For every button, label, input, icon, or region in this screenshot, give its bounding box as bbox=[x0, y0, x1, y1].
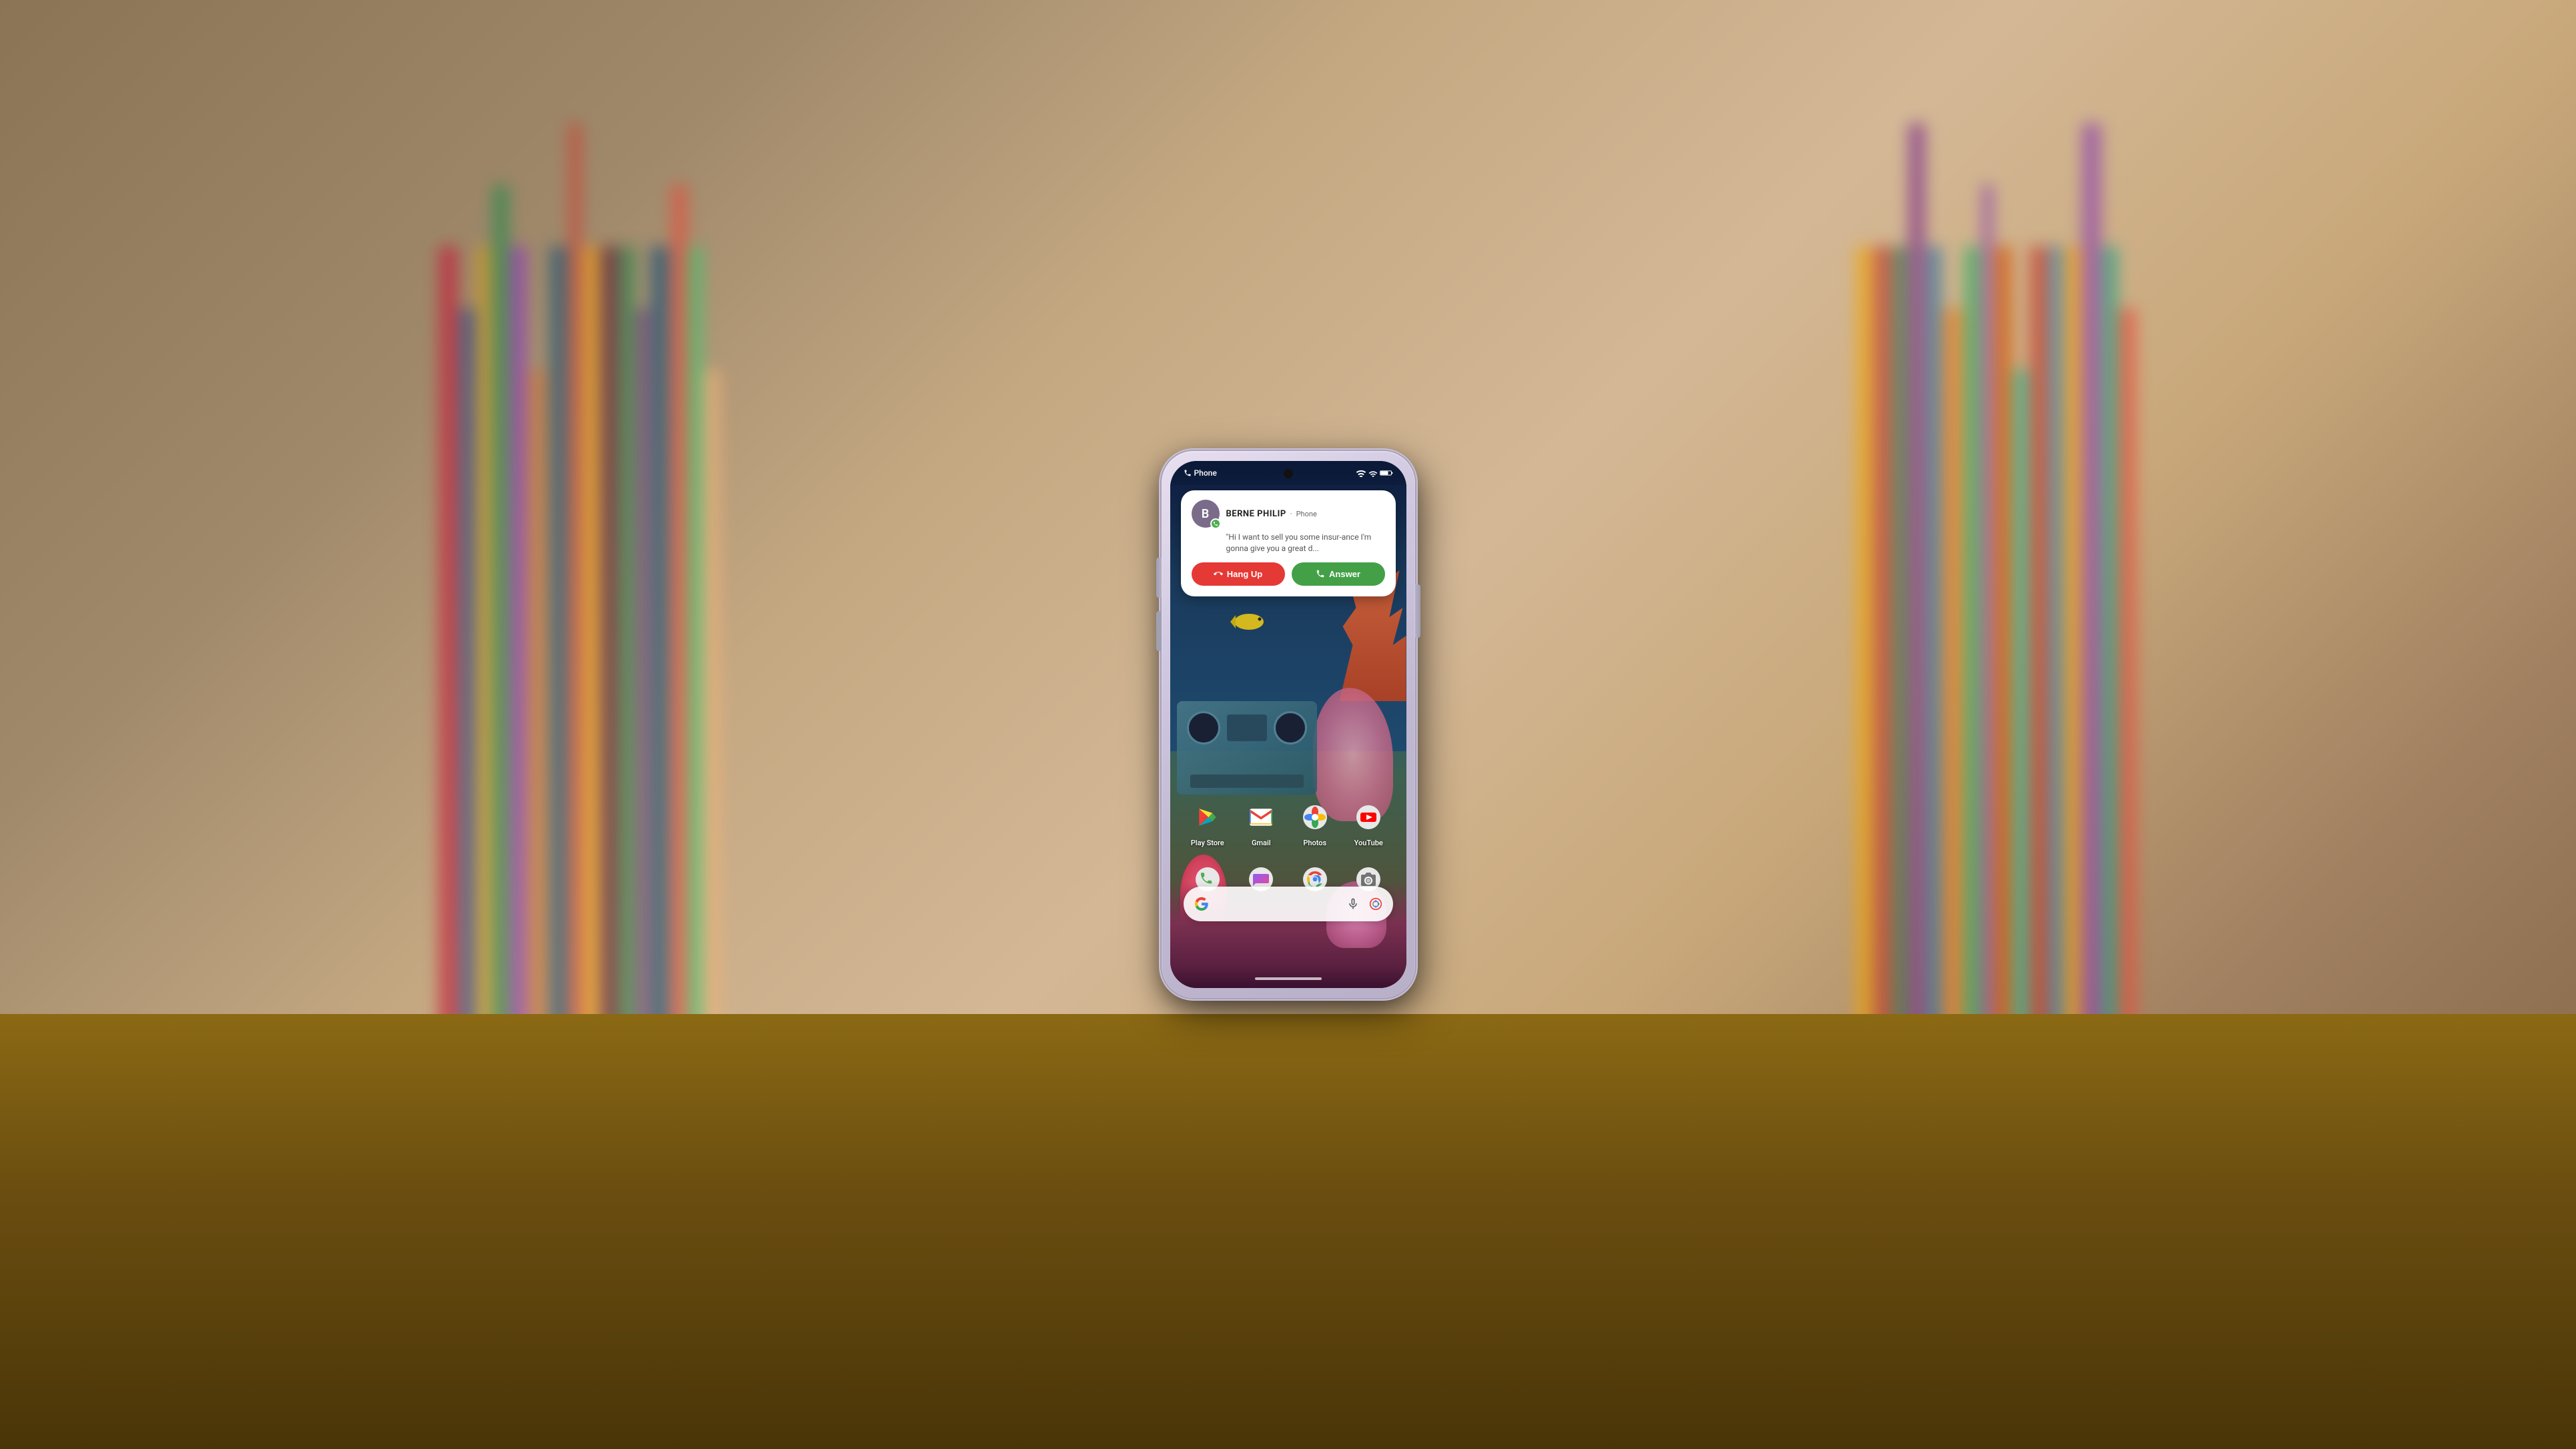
wifi-icon bbox=[1356, 469, 1366, 477]
boombox bbox=[1177, 701, 1317, 795]
table-surface bbox=[0, 1014, 2576, 1449]
youtube-icon-circle bbox=[1350, 799, 1386, 835]
app-icon-play-store[interactable]: Play Store bbox=[1190, 799, 1226, 847]
search-mic-icon[interactable] bbox=[1346, 897, 1360, 911]
phone-screen: Phone bbox=[1170, 461, 1406, 988]
app-icon-photos[interactable]: Photos bbox=[1297, 799, 1333, 847]
call-header: B BERNE PHILIP · Phone bbox=[1192, 500, 1385, 528]
answer-button[interactable]: Answer bbox=[1292, 562, 1385, 586]
search-bar[interactable] bbox=[1184, 887, 1393, 921]
hangup-icon bbox=[1214, 569, 1223, 578]
google-logo bbox=[1194, 897, 1209, 911]
hang-up-button[interactable]: Hang Up bbox=[1192, 562, 1285, 586]
home-indicator[interactable] bbox=[1255, 977, 1322, 980]
app-row-1: Play Store Gmail bbox=[1181, 799, 1396, 847]
status-right bbox=[1356, 469, 1393, 477]
answer-phone-icon bbox=[1316, 569, 1325, 578]
youtube-label: YouTube bbox=[1354, 839, 1383, 847]
play-store-svg bbox=[1196, 806, 1219, 829]
signal-icon bbox=[1368, 469, 1378, 477]
caller-badge bbox=[1210, 518, 1221, 529]
caller-avatar: B bbox=[1192, 500, 1220, 528]
play-store-label: Play Store bbox=[1191, 839, 1224, 847]
phone-status-icon bbox=[1184, 469, 1192, 477]
battery-icon bbox=[1380, 469, 1393, 477]
caller-info: BERNE PHILIP · Phone bbox=[1226, 509, 1385, 519]
call-notification: B BERNE PHILIP · Phone "Hi I want to se bbox=[1181, 490, 1396, 596]
play-store-icon-circle bbox=[1190, 799, 1226, 835]
photos-label: Photos bbox=[1303, 839, 1326, 847]
gmail-icon-circle bbox=[1243, 799, 1279, 835]
gmail-label: Gmail bbox=[1252, 839, 1271, 847]
photos-icon-circle bbox=[1297, 799, 1333, 835]
call-source: Phone bbox=[1296, 510, 1317, 518]
fish-yellow bbox=[1230, 611, 1267, 632]
answer-label: Answer bbox=[1329, 569, 1360, 579]
gmail-svg bbox=[1250, 808, 1272, 827]
caller-initial: B bbox=[1202, 507, 1209, 521]
app-grid-row1: Play Store Gmail bbox=[1170, 799, 1406, 858]
call-actions: Hang Up Answer bbox=[1192, 562, 1385, 586]
status-left: Phone bbox=[1184, 468, 1217, 478]
caller-name: BERNE PHILIP bbox=[1226, 509, 1286, 519]
phone-device: Phone bbox=[1162, 451, 1415, 998]
camera-notch bbox=[1284, 469, 1293, 478]
call-message: "Hi I want to sell you some insur-ance I… bbox=[1192, 532, 1385, 554]
app-icon-youtube[interactable]: YouTube bbox=[1350, 799, 1386, 847]
hangup-label: Hang Up bbox=[1227, 569, 1262, 579]
status-app-label: Phone bbox=[1194, 468, 1217, 478]
photos-svg bbox=[1303, 805, 1327, 829]
youtube-svg bbox=[1356, 805, 1380, 829]
search-lens-icon[interactable] bbox=[1369, 897, 1382, 911]
app-icon-gmail[interactable]: Gmail bbox=[1243, 799, 1279, 847]
